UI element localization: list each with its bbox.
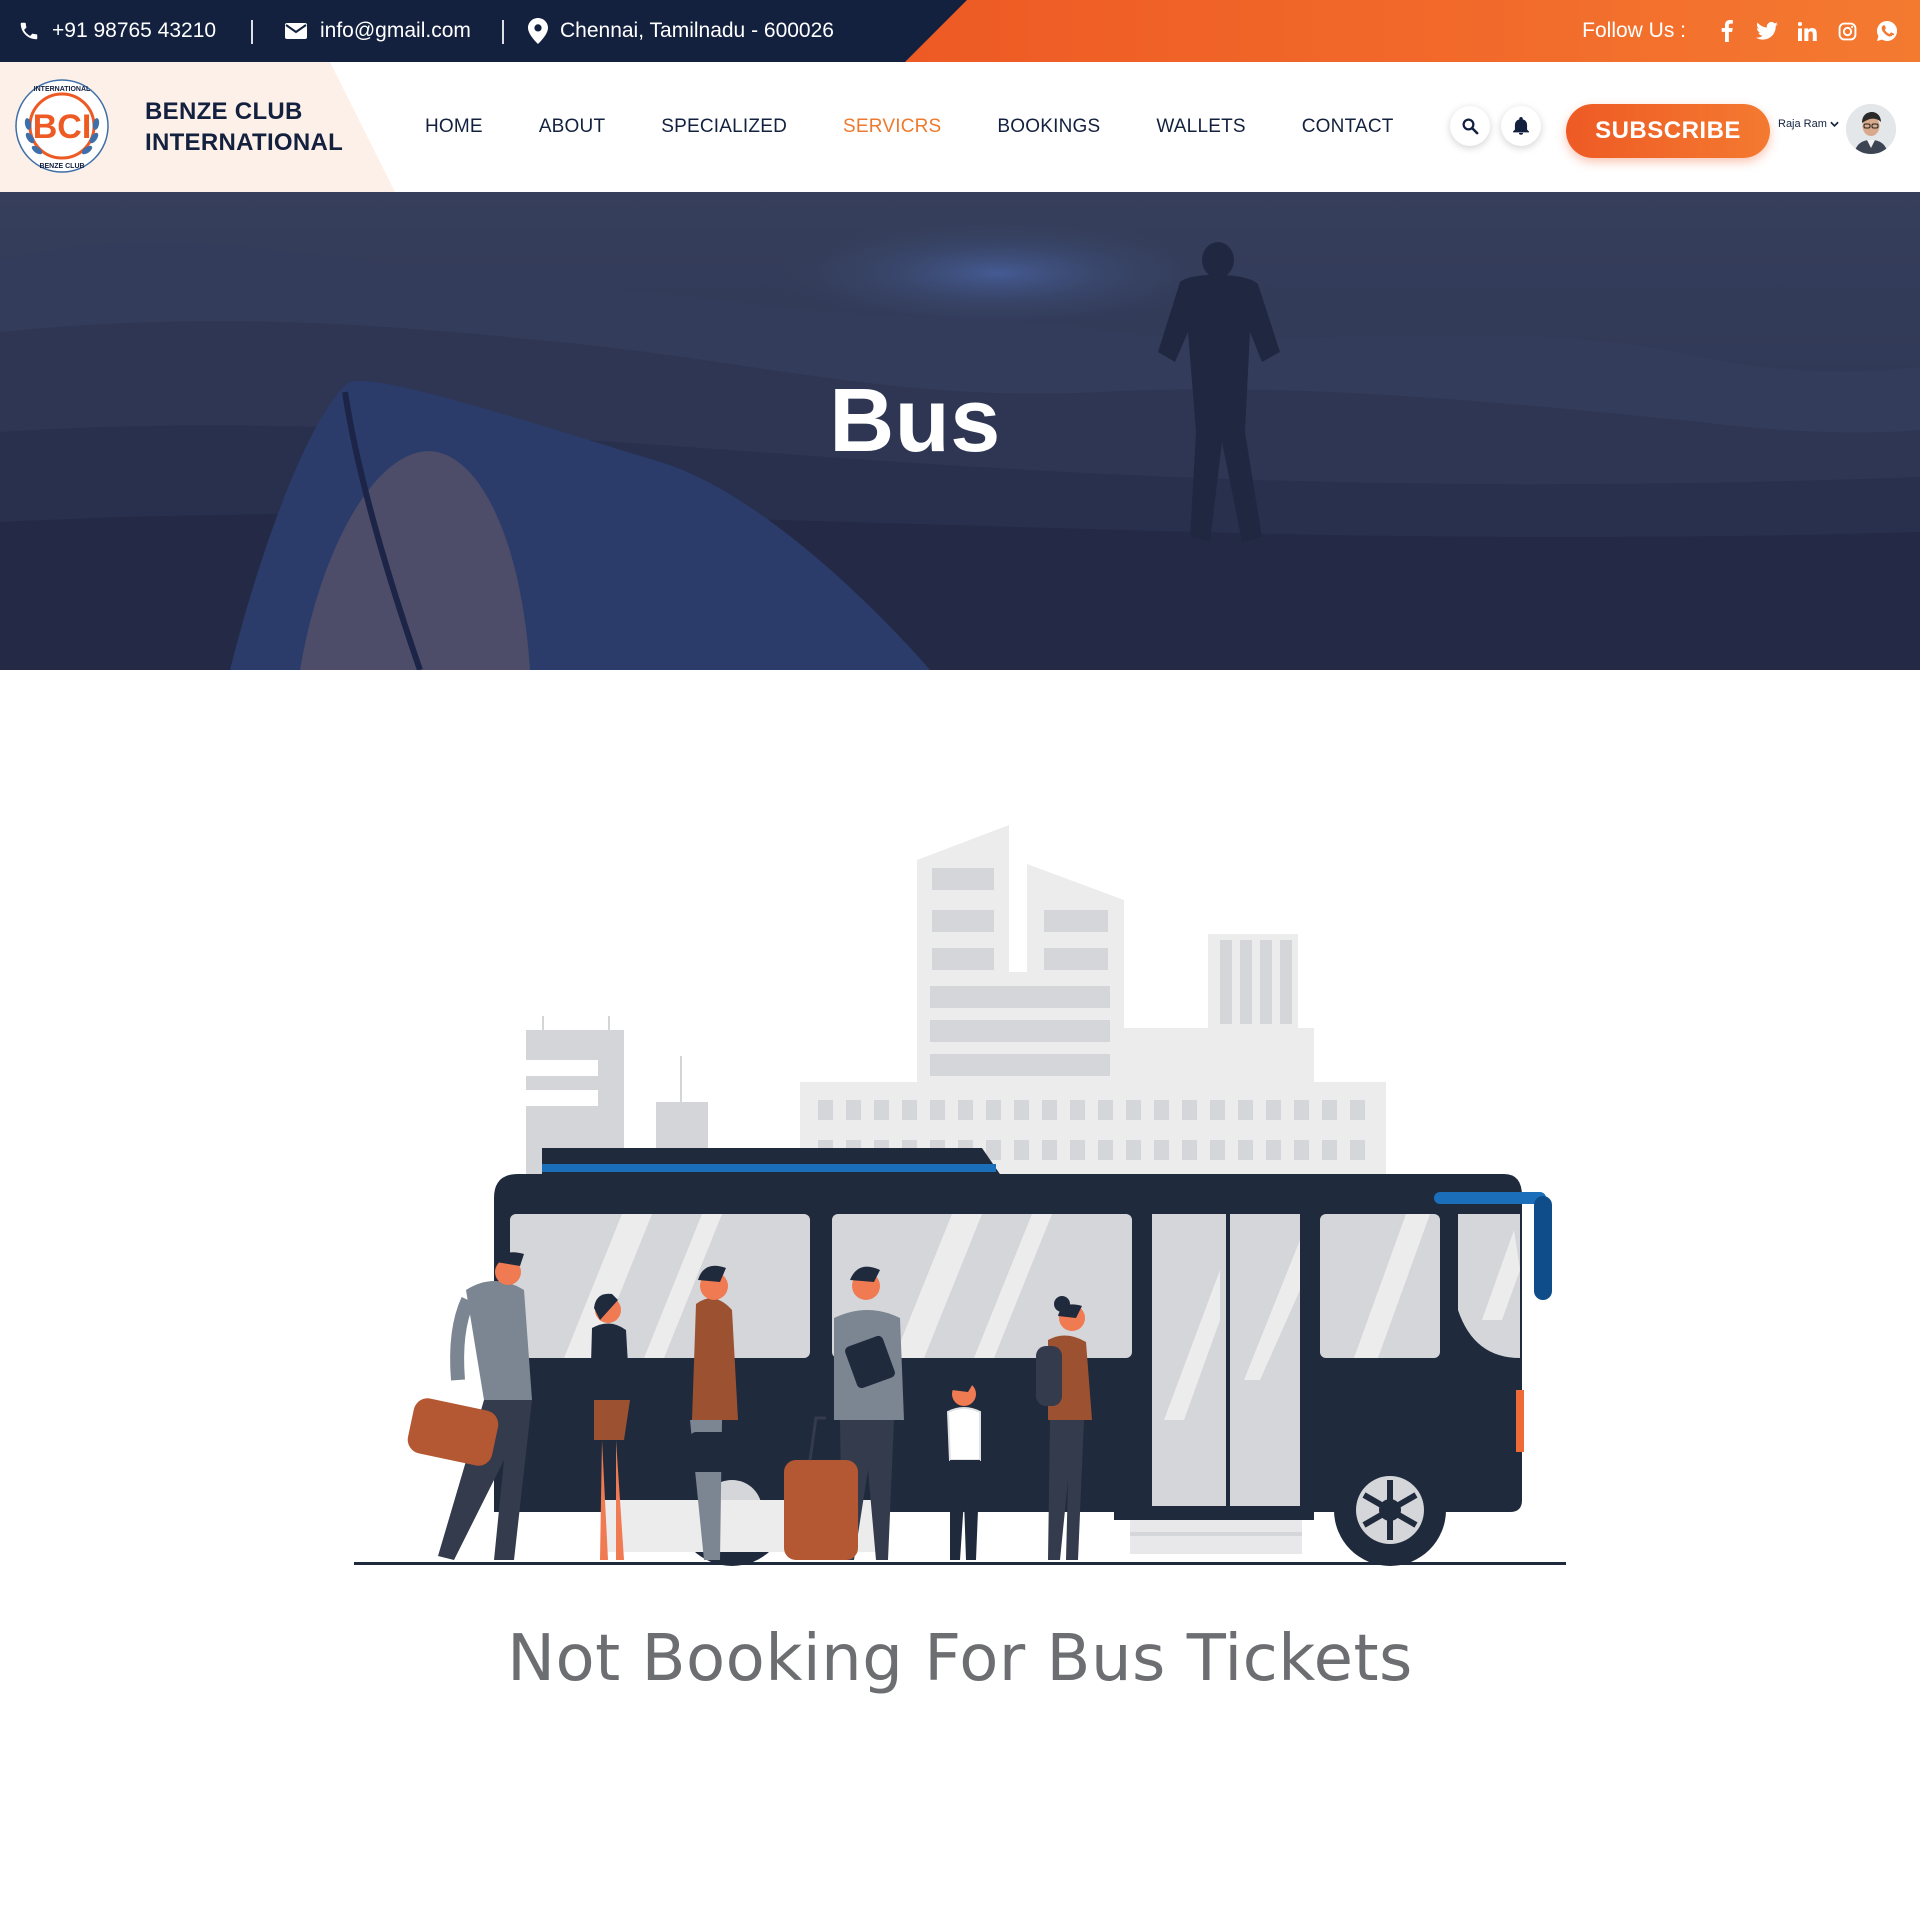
email-address: info@gmail.com [320,19,471,42]
nav-wallets[interactable]: WALLETS [1156,116,1245,138]
social-follow: Follow Us : [1582,0,1920,62]
hero-banner: Bus [0,192,1920,670]
phone-number: +91 98765 43210 [52,19,217,42]
location-pin-icon [528,18,548,44]
facebook-icon[interactable] [1714,18,1740,44]
logo-monogram: BCI [33,108,92,146]
notifications-button[interactable] [1501,106,1541,146]
page-title: Bus [829,371,1001,471]
avatar[interactable] [1846,104,1896,154]
bus [494,1148,1552,1566]
nav-about[interactable]: ABOUT [539,116,605,138]
brand-name-line2: INTERNATIONAL [145,129,344,156]
divider [502,20,504,44]
mail-icon [285,23,307,39]
brand-name-line1: BENZE CLUB [145,98,303,125]
twitter-icon[interactable] [1754,18,1780,44]
nav-specialized[interactable]: SPECIALIZED [661,116,787,138]
nav-contact[interactable]: CONTACT [1302,116,1394,138]
brand-name[interactable]: BENZE CLUB INTERNATIONAL [145,96,343,158]
empty-bookings-message: Not Booking For Bus Tickets [507,1622,1413,1696]
user-menu[interactable]: Raja Ram [1778,118,1839,130]
phone-contact[interactable]: +91 98765 43210 [18,0,216,62]
phone-icon [20,22,38,40]
whatsapp-icon[interactable] [1874,18,1900,44]
bus-stop-illustration [354,825,1566,1566]
ground-line [354,1562,1566,1565]
follow-label: Follow Us : [1582,19,1686,42]
divider [251,20,253,44]
svg-text:INTERNATIONAL: INTERNATIONAL [34,86,91,93]
nav-home[interactable]: HOME [425,116,483,138]
bell-icon [1513,117,1529,135]
top-contact-bar: +91 98765 43210 info@gmail.com Chennai, … [0,0,1920,62]
email-contact[interactable]: info@gmail.com [284,0,471,62]
chevron-down-icon [1830,121,1839,127]
svg-text:BENZE CLUB: BENZE CLUB [39,163,84,170]
main-navbar: BCI INTERNATIONAL BENZE CLUB BENZE CLUB … [0,62,1920,192]
club-logo[interactable]: BCI INTERNATIONAL BENZE CLUB [14,78,110,174]
address-text: Chennai, Tamilnadu - 600026 [560,19,834,42]
nav-services[interactable]: SERVICRS [843,116,941,138]
main-menu: HOME ABOUT SPECIALIZED SERVICRS BOOKINGS… [425,62,1450,192]
search-icon [1462,118,1479,135]
address-contact: Chennai, Tamilnadu - 600026 [528,0,834,62]
user-name: Raja Ram [1778,118,1827,130]
search-button[interactable] [1450,106,1490,146]
linkedin-icon[interactable] [1794,18,1820,44]
city-skyline [526,825,1386,1182]
instagram-icon[interactable] [1834,18,1860,44]
user-avatar-image [1846,104,1896,154]
subscribe-button[interactable]: SUBSCRIBE [1566,104,1770,158]
nav-bookings[interactable]: BOOKINGS [997,116,1100,138]
